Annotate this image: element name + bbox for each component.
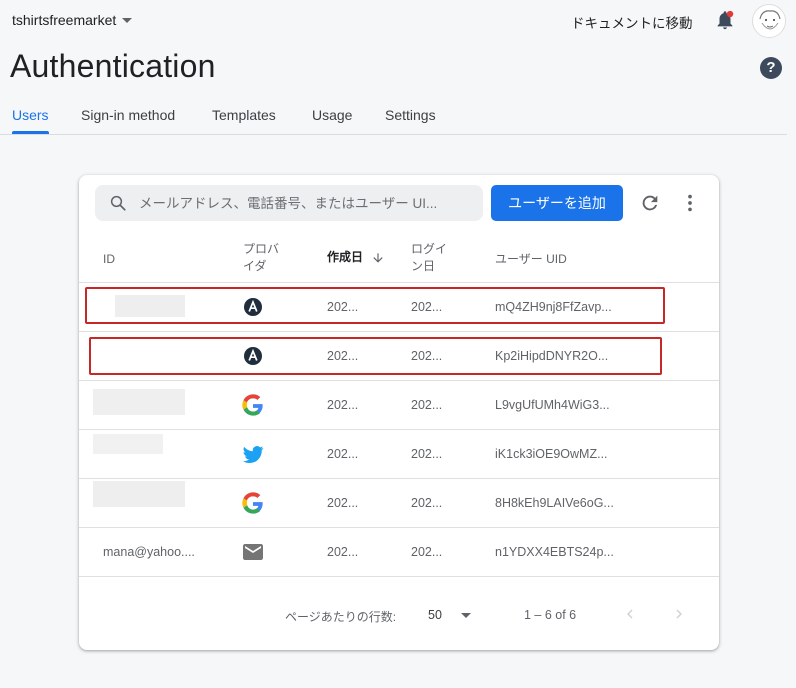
column-header-provider: プロバイダ: [243, 242, 280, 273]
twitter-icon: [243, 446, 264, 464]
user-identifier: mana@yahoo....: [103, 545, 195, 559]
go-to-docs-link[interactable]: ドキュメントに移動: [571, 12, 693, 32]
chevron-down-icon[interactable]: [461, 613, 471, 618]
page-title: Authentication: [10, 48, 216, 84]
tab-usage[interactable]: Usage: [312, 107, 352, 123]
help-icon[interactable]: ?: [760, 57, 782, 79]
user-uid: L9vgUfUMh4WiG3...: [495, 398, 610, 412]
table-row[interactable]: mana@yahoo.... 202... 202... n1YDXX4EBTS…: [79, 528, 719, 577]
rows-per-page-select[interactable]: 50: [428, 608, 442, 622]
tab-sign-in-method[interactable]: Sign-in method: [81, 107, 175, 123]
highlight-box: [85, 287, 665, 324]
pagination-range: 1 – 6 of 6: [524, 608, 577, 622]
pagination-footer: ページあたりの行数: 50 1 – 6 of 6: [79, 577, 719, 650]
project-name: tshirtsfreemarket: [12, 12, 117, 28]
next-page-icon[interactable]: [670, 605, 688, 623]
tab-bar: Users Sign-in method Templates Usage Set…: [0, 96, 787, 135]
avatar-illustration-icon: [754, 6, 785, 37]
column-header-created[interactable]: 作成日: [327, 249, 385, 266]
user-search-box: [95, 185, 483, 221]
add-user-button[interactable]: ユーザーを追加: [491, 185, 623, 221]
created-date: 202...: [327, 496, 359, 510]
signed-in-date: 202...: [411, 496, 443, 510]
previous-page-icon[interactable]: [621, 605, 639, 623]
column-header-id: ID: [103, 252, 115, 266]
search-icon: [110, 195, 126, 211]
table-header: ID プロバイダ 作成日 ログイン日 ユーザー UID: [79, 235, 719, 283]
active-tab-indicator: [12, 131, 49, 134]
redacted-id: [93, 481, 185, 507]
redacted-id: [93, 389, 185, 415]
table-row[interactable]: 202... 202... 8H8kEh9LAIVe6oG...: [79, 479, 719, 528]
column-header-created-label: 作成日: [327, 250, 364, 264]
signed-in-date: 202...: [411, 398, 443, 412]
redacted-id: [93, 434, 163, 454]
table-row[interactable]: 202... 202... L9vgUfUMh4WiG3...: [79, 381, 719, 430]
project-selector[interactable]: tshirtsfreemarket: [12, 12, 133, 28]
column-header-signed-in: ログイン日: [411, 242, 448, 273]
account-avatar[interactable]: [752, 4, 786, 38]
sort-arrow-down-icon: [373, 252, 383, 263]
highlight-box: [89, 337, 662, 375]
more-options-icon[interactable]: [679, 192, 701, 214]
signed-in-date: 202...: [411, 545, 443, 559]
notifications-bell-icon[interactable]: [714, 9, 736, 31]
top-bar: tshirtsfreemarket ドキュメントに移動: [0, 0, 796, 44]
user-uid: n1YDXX4EBTS24p...: [495, 545, 614, 559]
created-date: 202...: [327, 398, 359, 412]
google-icon: [242, 394, 263, 416]
users-card: ユーザーを追加 ID プロバイダ 作成日 ログイン日 ユーザー UID 202.…: [79, 175, 719, 650]
user-uid: 8H8kEh9LAIVe6oG...: [495, 496, 614, 510]
tab-settings[interactable]: Settings: [385, 107, 436, 123]
tab-templates[interactable]: Templates: [212, 107, 276, 123]
created-date: 202...: [327, 545, 359, 559]
rows-per-page-label: ページあたりの行数:: [285, 610, 397, 624]
chevron-down-icon: [122, 18, 133, 23]
tab-users[interactable]: Users: [12, 107, 49, 123]
user-uid: iK1ck3iOE9OwMZ...: [495, 447, 608, 461]
table-row[interactable]: 202... 202... iK1ck3iOE9OwMZ...: [79, 430, 719, 479]
signed-in-date: 202...: [411, 447, 443, 461]
column-header-uid: ユーザー UID: [495, 252, 567, 266]
email-icon: [243, 544, 263, 560]
refresh-icon[interactable]: [639, 192, 661, 214]
created-date: 202...: [327, 447, 359, 461]
google-icon: [242, 492, 263, 514]
user-search-input[interactable]: [139, 185, 475, 221]
